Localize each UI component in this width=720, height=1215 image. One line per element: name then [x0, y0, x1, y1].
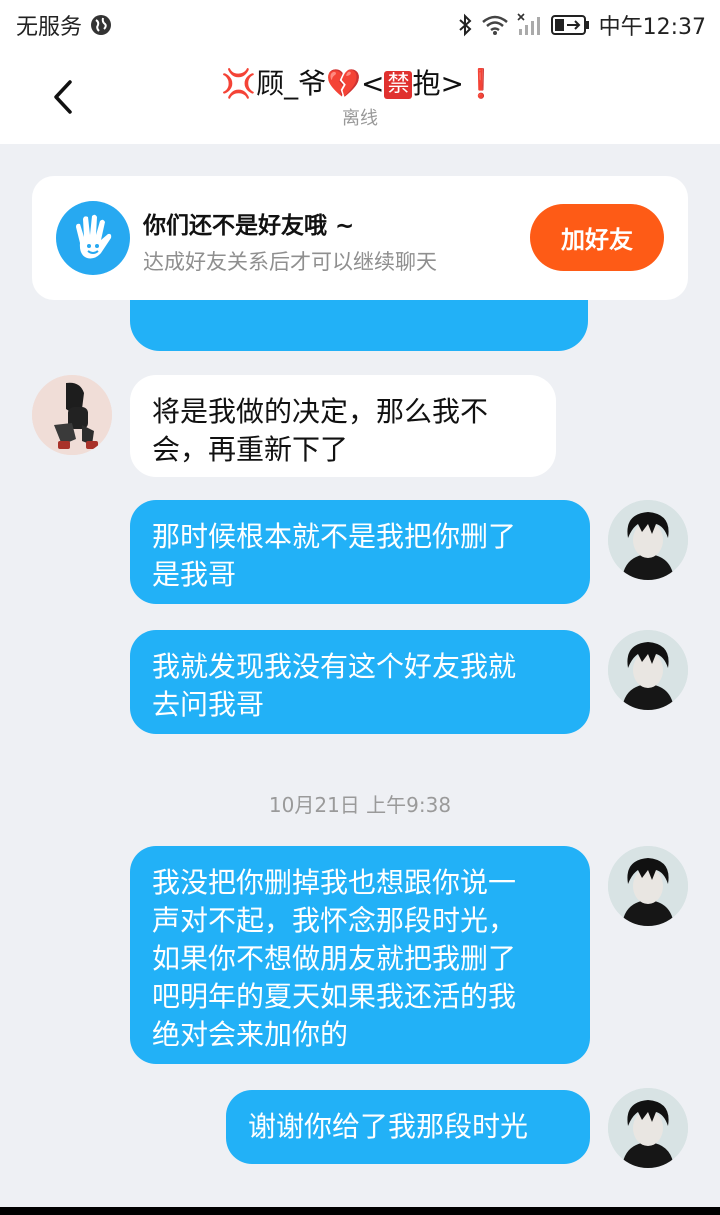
my-avatar[interactable] — [608, 630, 688, 710]
message-bubble-outgoing[interactable]: 我没把你删掉我也想跟你说一 声对不起，我怀念那段时光， 如果你不想做朋友就把我删… — [130, 846, 590, 1064]
chat-header: 💢顾_爷💔< 禁抱>❗ 离线 — [0, 50, 720, 144]
status-left: 无服务 — [16, 9, 112, 41]
globe-icon — [90, 14, 112, 36]
status-bar: 无服务 中午12:37 — [0, 0, 720, 50]
prohibited-emoji: 禁 — [384, 71, 413, 99]
contact-name: 💢顾_爷💔< 禁抱>❗ — [0, 62, 720, 102]
broken-heart-emoji: 💔 — [326, 67, 361, 100]
battery-icon — [550, 14, 591, 36]
card-title: 你们还不是好友哦 ~ — [143, 213, 355, 239]
card-subtitle: 达成好友关系后才可以继续聊天 — [143, 250, 437, 274]
message-bubble-outgoing[interactable]: 我就发现我没有这个好友我就 去问我哥 — [130, 630, 590, 734]
bottom-edge — [0, 1207, 720, 1215]
signal-icon — [517, 13, 543, 37]
anger-emoji: 💢 — [221, 67, 257, 100]
message-bubble-outgoing[interactable]: 那时候根本就不是我把你删了 是我哥 — [130, 500, 590, 604]
clock-text: 中午12:37 — [598, 15, 706, 40]
hand-wave-icon — [56, 201, 130, 275]
my-avatar[interactable] — [608, 500, 688, 580]
my-avatar[interactable] — [608, 846, 688, 926]
message-bubble-incoming[interactable]: 将是我做的决定，那么我不 会，再重新下了 — [130, 375, 556, 477]
online-status: 离线 — [342, 108, 378, 129]
exclamation-emoji: ❗ — [463, 67, 499, 100]
contact-name-bracket: < — [360, 67, 385, 100]
carrier-text: 无服务 — [16, 15, 83, 40]
contact-name-suffix: 抱> — [412, 67, 464, 100]
contact-avatar[interactable] — [32, 375, 112, 455]
my-avatar[interactable] — [608, 1088, 688, 1168]
message-timestamp: 10月21日 上午9:38 — [268, 793, 452, 817]
add-friend-card: 你们还不是好友哦 ~ 达成好友关系后才可以继续聊天 加好友 — [32, 176, 688, 300]
bluetooth-icon — [457, 13, 473, 37]
wifi-icon — [481, 14, 509, 36]
status-right: 中午12:37 — [457, 9, 706, 41]
message-bubble-outgoing[interactable]: 谢谢你给了我那段时光 — [226, 1090, 590, 1164]
add-friend-button[interactable]: 加好友 — [530, 204, 664, 271]
contact-name-text: 顾_爷 — [256, 67, 327, 100]
message-bubble-partial — [130, 300, 588, 351]
